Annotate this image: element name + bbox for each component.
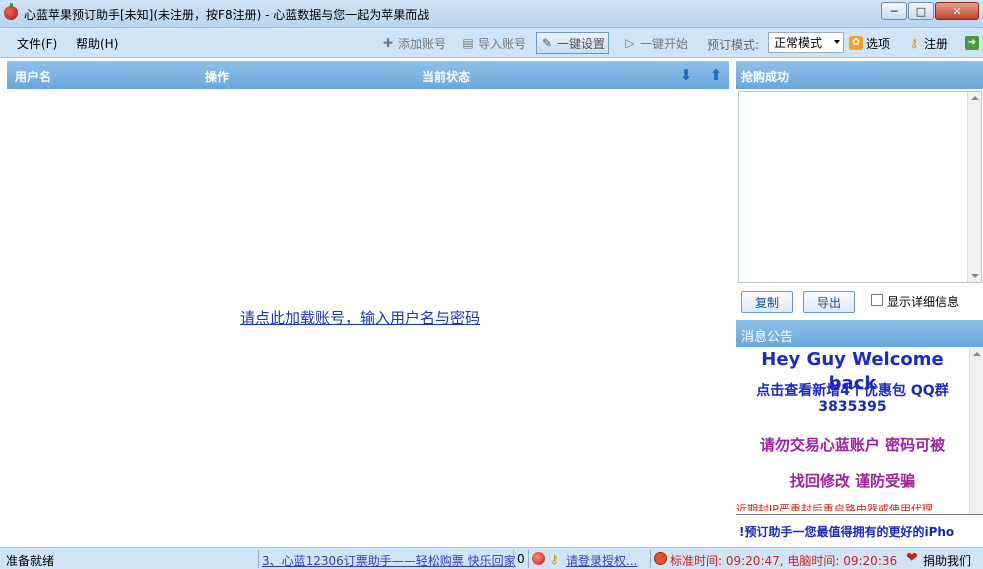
move-down-icon[interactable]: ⬇	[679, 66, 693, 84]
exit-button[interactable]: ➜	[962, 32, 982, 54]
options-label: 选项	[866, 36, 891, 51]
one-click-start-button[interactable]: ▷ 一键开始	[620, 32, 691, 54]
status-ready: 准备就绪	[6, 554, 55, 568]
right-panel: 抢购成功 复制 导出 显示详细信息 消息公告 Hey Guy Welcome b…	[735, 61, 983, 544]
news-warning-2: 找回修改 谨防受骗	[789, 472, 916, 490]
reservation-mode-select[interactable]: 正常模式	[768, 32, 844, 53]
column-username[interactable]: 用户名	[15, 68, 51, 85]
news-marquee: !预订助手一您最值得拥有的更好的iPho	[736, 514, 983, 544]
import-account-button[interactable]: ▤ 导入账号	[458, 32, 529, 54]
promo-link[interactable]: 3、心蓝12306订票助手——轻松购票 快乐回家	[262, 552, 516, 569]
heart-icon: ❤	[906, 550, 918, 566]
import-icon: ▤	[462, 36, 474, 50]
status-bar: 准备就绪 3、心蓝12306订票助手——轻松购票 快乐回家 0 ⚷ 请登录授权.…	[0, 547, 983, 569]
divider	[513, 550, 514, 568]
scroll-down-icon[interactable]	[971, 274, 979, 278]
donate-link[interactable]: 捐助我们	[923, 552, 971, 569]
window-title: 心蓝苹果预订助手[未知](未注册，按F8注册) - 心蓝数据与您一起为苹果而战	[24, 8, 430, 22]
menu-help[interactable]: 帮助(H)	[76, 35, 118, 52]
minimize-button[interactable]: ─	[881, 2, 907, 20]
red-status-icon	[532, 552, 545, 566]
column-action[interactable]: 操作	[205, 68, 229, 85]
news-scrollbar[interactable]	[969, 348, 983, 514]
play-icon: ▷	[625, 36, 635, 50]
exit-icon: ➜	[965, 36, 979, 50]
gear-icon: ✿	[849, 36, 863, 50]
apple-app-icon	[4, 3, 18, 20]
news-header: 消息公告	[736, 320, 983, 347]
clock-icon	[654, 552, 667, 566]
register-button[interactable]: ⚷ 注册	[904, 32, 951, 54]
mode-select-value: 正常模式	[774, 36, 823, 50]
show-details-checkbox[interactable]	[871, 294, 883, 306]
chevron-down-icon	[834, 40, 840, 44]
title-bar: 心蓝苹果预订助手[未知](未注册，按F8注册) - 心蓝数据与您一起为苹果而战 …	[0, 0, 983, 28]
column-status[interactable]: 当前状态	[422, 68, 470, 85]
move-up-icon[interactable]: ⬆	[709, 66, 723, 84]
account-table-header: 用户名 操作 当前状态 ⬇ ⬆	[7, 61, 729, 89]
options-button[interactable]: ✿ 选项	[846, 32, 893, 54]
news-warning-3: 近期封IP严重封后重启路由器或使用代理	[736, 503, 933, 511]
maximize-button[interactable]: □	[908, 2, 934, 20]
add-account-button[interactable]: ✚ 添加账号	[378, 32, 449, 54]
divider	[650, 550, 651, 568]
success-header: 抢购成功	[736, 61, 983, 89]
login-auth-link[interactable]: 请登录授权...	[566, 552, 637, 569]
time-display: 标准时间: 09:20:47, 电脑时间: 09:20:36	[670, 554, 898, 568]
divider	[528, 550, 529, 568]
key-icon: ⚷	[550, 552, 559, 566]
divider	[258, 550, 259, 568]
one-click-settings-label: 一键设置	[557, 36, 606, 51]
news-panel: Hey Guy Welcome back 点击查看新增4个优惠包 QQ群3835…	[736, 348, 983, 544]
import-account-label: 导入账号	[478, 36, 527, 51]
success-scrollbar[interactable]	[967, 92, 981, 282]
key-icon: ⚷	[909, 36, 919, 50]
add-account-label: 添加账号	[398, 36, 447, 51]
show-details-label: 显示详细信息	[887, 295, 960, 309]
one-click-start-label: 一键开始	[640, 36, 689, 51]
success-list[interactable]	[738, 91, 982, 283]
register-label: 注册	[924, 36, 949, 51]
scroll-up-icon[interactable]	[971, 96, 979, 100]
load-accounts-link[interactable]: 请点此加载账号，输入用户名与密码	[240, 307, 480, 328]
scroll-up-icon[interactable]	[973, 352, 981, 356]
news-promo-link[interactable]: 点击查看新增4个优惠包 QQ群3835395	[736, 383, 969, 415]
wrench-icon: ✎	[541, 36, 553, 50]
news-warning-1: 请勿交易心蓝账户 密码可被	[759, 436, 946, 454]
window-controls: ─ □ ✕	[881, 2, 979, 20]
copy-button[interactable]: 复制	[741, 291, 793, 313]
menu-file[interactable]: 文件(F)	[17, 35, 57, 52]
plus-icon: ✚	[382, 36, 394, 50]
mode-label: 预订模式:	[707, 38, 760, 52]
one-click-settings-button[interactable]: ✎ 一键设置	[536, 32, 610, 54]
status-count: 0	[517, 552, 525, 566]
export-button[interactable]: 导出	[803, 291, 855, 313]
close-button[interactable]: ✕	[935, 2, 979, 20]
